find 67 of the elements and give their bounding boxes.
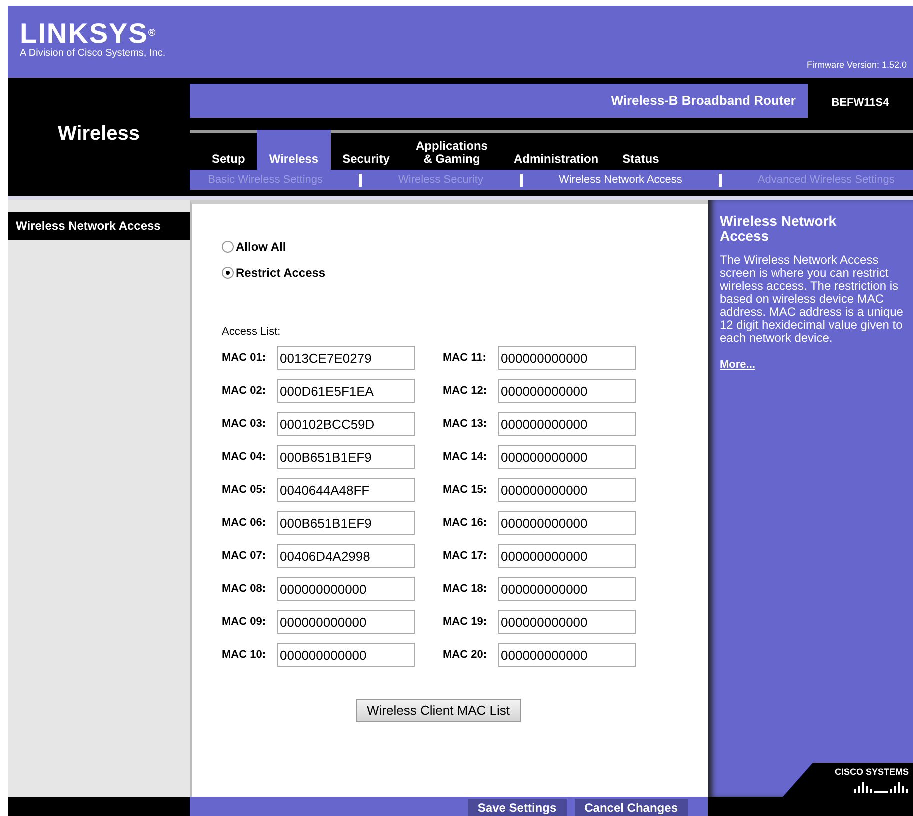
help-text: The Wireless Network Access screen is where you can restrict wireless access. The restriction is based on wireless device MAC address. MAC address is a unique 12 digit hexidecimal value given to each network device.: [720, 254, 904, 345]
mac-address-field[interactable]: 0013CE7E0279: [277, 346, 415, 370]
mac-address-field[interactable]: 000000000000: [498, 346, 636, 370]
mac-address-field[interactable]: 000000000000: [498, 412, 636, 436]
nav-tab[interactable]: Security: [330, 130, 402, 170]
mac-address-field[interactable]: 00406D4A2998: [277, 544, 415, 568]
mac-address-field[interactable]: 000000000000: [498, 511, 636, 535]
mac-address-field[interactable]: 000000000000: [498, 643, 636, 667]
mac-address-field[interactable]: 000B651B1EF9: [277, 511, 415, 535]
mac-address-field[interactable]: 000000000000: [498, 445, 636, 469]
mac-address-field[interactable]: 000000000000: [498, 577, 636, 601]
mac-label: MAC 13:: [443, 418, 488, 430]
mac-address-field[interactable]: 000000000000: [498, 544, 636, 568]
footer-button[interactable]: Cancel Changes: [574, 799, 688, 816]
brand-text: CISCO SYSTEMS: [834, 767, 909, 777]
mac-label: MAC 19:: [443, 616, 488, 628]
product-name: Wireless-B Broadband Router: [190, 84, 808, 118]
mac-label: MAC 03:: [222, 418, 268, 430]
nav-tab[interactable]: Administration: [502, 130, 611, 170]
mac-label: MAC 15:: [443, 484, 488, 496]
logo-text: LINKSYS$^{®}$: [20, 20, 158, 48]
client-mac-list-button[interactable]: Wireless Client MAC List: [356, 699, 522, 722]
mac-label: MAC 16:: [443, 517, 488, 529]
model-name: BEFW11S4: [830, 96, 890, 111]
mac-address-field[interactable]: 000D61E5F1EA: [277, 379, 415, 403]
mac-address-field[interactable]: 000102BCC59D: [277, 412, 415, 436]
mac-label: MAC 09:: [222, 616, 268, 628]
bridge-bars-icon: [853, 779, 909, 793]
nav-tab[interactable]: Setup: [200, 130, 258, 170]
help-title: Wireless Network Access: [720, 214, 838, 244]
footer-button[interactable]: Save Settings: [468, 799, 567, 816]
mac-label: MAC 04:: [222, 451, 268, 463]
mac-label: MAC 11:: [443, 352, 488, 364]
radio-button[interactable]: [222, 241, 234, 253]
mac-label: MAC 02:: [222, 385, 268, 397]
radio-label: Allow All: [236, 240, 286, 254]
nav-tab[interactable]: Applications & Gaming: [402, 130, 502, 170]
mac-label: MAC 01:: [222, 352, 268, 364]
mac-address-field[interactable]: 000B651B1EF9: [277, 445, 415, 469]
mac-address-field[interactable]: 000000000000: [498, 379, 636, 403]
mac-label: MAC 10:: [222, 649, 268, 661]
radio-label: Restrict Access: [236, 266, 326, 280]
mac-label: MAC 05:: [222, 484, 268, 496]
access-list-label: Access List:: [222, 326, 282, 338]
mac-label: MAC 06:: [222, 517, 268, 529]
sidebar-title: Wireless Network Access: [8, 212, 190, 240]
subtab-link[interactable]: Wireless Network Access: [558, 174, 682, 186]
radio-button[interactable]: [222, 267, 234, 279]
mac-address-field[interactable]: 000000000000: [277, 610, 415, 634]
nav-tab[interactable]: Wireless: [257, 130, 331, 170]
mac-label: MAC 17:: [443, 550, 488, 562]
more-link[interactable]: More...: [720, 359, 905, 371]
mac-label: MAC 08:: [222, 583, 268, 595]
mac-label: MAC 12:: [443, 385, 488, 397]
mac-label: MAC 20:: [443, 649, 488, 661]
mac-address-field[interactable]: 000000000000: [498, 478, 636, 502]
mac-label: MAC 07:: [222, 550, 268, 562]
mac-address-field[interactable]: 000000000000: [498, 610, 636, 634]
mac-address-field[interactable]: 0040644A48FF: [277, 478, 415, 502]
mac-label: MAC 18:: [443, 583, 488, 595]
nav-tab[interactable]: Status: [610, 130, 672, 170]
tagline: A Division of Cisco Systems, Inc.: [20, 48, 166, 59]
mac-address-field[interactable]: 000000000000: [277, 577, 415, 601]
section-title: Wireless: [58, 122, 140, 146]
mac-address-field[interactable]: 000000000000: [277, 643, 415, 667]
firmware-version: Firmware Version: 1.52.0: [806, 60, 907, 70]
mac-label: MAC 14:: [443, 451, 488, 463]
